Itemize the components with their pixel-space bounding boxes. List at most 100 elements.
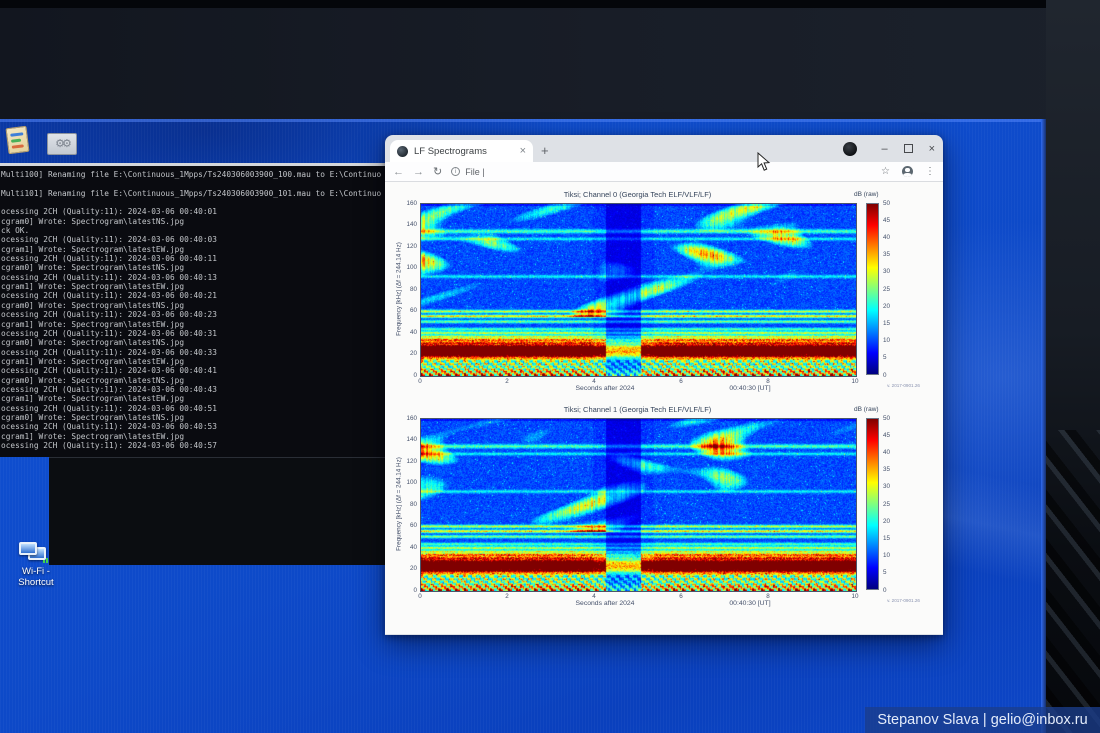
colorbar-tick-label: 35 xyxy=(883,466,890,473)
version-note: v. 2017-0901.26 xyxy=(840,383,920,388)
x-tick-label: 4 xyxy=(584,593,604,600)
browser-toolbar: ← → ↻ i File | ☆ ⋮ xyxy=(385,162,943,182)
user-avatar-icon[interactable] xyxy=(902,166,913,177)
tab-favicon-globe-icon xyxy=(397,146,408,157)
network-monitors-icon xyxy=(19,541,53,565)
y-tick-label: 100 xyxy=(395,479,417,486)
colorbar-tick-label: 30 xyxy=(883,268,890,275)
x-tick-label: 2 xyxy=(497,593,517,600)
monitor-bezel-right xyxy=(1046,0,1100,733)
colorbar-tick-label: 5 xyxy=(883,354,887,361)
spectrogram-figure-channel-0: Tiksi; Channel 0 (Georgia Tech ELF/VLF/L… xyxy=(385,182,943,634)
x-tick-label: 8 xyxy=(758,593,778,600)
y-tick-label: 60 xyxy=(395,522,417,529)
figure-title: Tiksi; Channel 0 (Georgia Tech ELF/VLF/L… xyxy=(420,190,855,199)
colorbar-tick-label: 0 xyxy=(883,372,887,379)
colorbar-tick-label: 20 xyxy=(883,518,890,525)
monitor-bezel-top xyxy=(0,0,1058,8)
x-tick-label: 6 xyxy=(671,378,691,385)
colorbar-tick-label: 40 xyxy=(883,234,890,241)
photographer-watermark: Stepanov Slava | gelio@inbox.ru xyxy=(865,707,1100,733)
x-axis-label-right: 00:40:30 [UT] xyxy=(695,385,805,392)
y-tick-label: 100 xyxy=(395,264,417,271)
colorbar-tick-label: 45 xyxy=(883,432,890,439)
y-axis-label: Frequency [kHz] (Δf = 244.14 Hz) xyxy=(396,457,403,551)
colorbar-tick-label: 25 xyxy=(883,286,890,293)
wifi-shortcut-label: Wi-Fi - Shortcut xyxy=(4,567,68,588)
photo-scene: ⚙⚙ Wi-Fi - Shortcut Multi100] Renaming f… xyxy=(0,0,1100,733)
y-tick-label: 20 xyxy=(395,350,417,357)
address-text: File | xyxy=(465,167,484,177)
window-close-button[interactable]: × xyxy=(929,143,935,155)
colorbar-tick-label: 45 xyxy=(883,217,890,224)
screen-top-glow xyxy=(0,119,1046,122)
x-tick-label: 4 xyxy=(584,378,604,385)
y-tick-label: 120 xyxy=(395,243,417,250)
colorbar xyxy=(866,203,879,375)
colorbar-tick-label: 10 xyxy=(883,337,890,344)
new-tab-button[interactable]: + xyxy=(541,143,549,158)
browser-profile-icon[interactable] xyxy=(843,142,857,156)
y-tick-label: 160 xyxy=(395,415,417,422)
browser-menu-icon[interactable]: ⋮ xyxy=(925,166,935,177)
browser-window: LF Spectrograms × + – × ← → ↻ i File | ☆ xyxy=(385,135,943,635)
y-tick-label: 140 xyxy=(395,221,417,228)
reload-icon[interactable]: ↻ xyxy=(433,165,442,178)
y-tick-label: 140 xyxy=(395,436,417,443)
spectrogram-image xyxy=(420,203,857,377)
colorbar-tick-label: 5 xyxy=(883,569,887,576)
colorbar xyxy=(866,418,879,590)
services-gears-icon[interactable]: ⚙⚙ xyxy=(47,133,77,155)
colorbar-tick-label: 50 xyxy=(883,415,890,422)
y-tick-label: 60 xyxy=(395,307,417,314)
colorbar-tick-label: 0 xyxy=(883,587,887,594)
monitor-stand xyxy=(1046,430,1100,733)
x-tick-label: 2 xyxy=(497,378,517,385)
colorbar-label: dB (raw) xyxy=(854,191,879,198)
colorbar-tick-label: 20 xyxy=(883,303,890,310)
colorbar-tick-label: 15 xyxy=(883,535,890,542)
y-tick-label: 0 xyxy=(395,587,417,594)
x-tick-label: 0 xyxy=(410,378,430,385)
tab-lf-spectrograms[interactable]: LF Spectrograms × xyxy=(390,140,533,162)
x-tick-label: 8 xyxy=(758,378,778,385)
x-axis-label-left: Seconds after 2024 xyxy=(535,600,675,607)
x-tick-label: 6 xyxy=(671,593,691,600)
processing-console-window[interactable]: Multi100] Renaming file E:\Continuous_1M… xyxy=(0,163,391,457)
y-tick-label: 40 xyxy=(395,329,417,336)
x-axis-label-right: 00:40:30 [UT] xyxy=(695,600,805,607)
version-note: v. 2017-0901.26 xyxy=(840,598,920,603)
colorbar-tick-label: 40 xyxy=(883,449,890,456)
colorbar-tick-label: 10 xyxy=(883,552,890,559)
tab-close-icon[interactable]: × xyxy=(520,145,526,157)
page-content: Tiksi; Channel 0 (Georgia Tech ELF/VLF/L… xyxy=(385,182,943,634)
window-maximize-button[interactable] xyxy=(904,144,913,153)
forward-icon[interactable]: → xyxy=(413,166,424,178)
y-tick-label: 40 xyxy=(395,544,417,551)
figure-title: Tiksi; Channel 1 (Georgia Tech ELF/VLF/L… xyxy=(420,405,855,414)
colorbar-label: dB (raw) xyxy=(854,406,879,413)
y-tick-label: 80 xyxy=(395,286,417,293)
notes-app-icon[interactable] xyxy=(5,126,29,154)
y-tick-label: 160 xyxy=(395,200,417,207)
spectrogram-image xyxy=(420,418,857,592)
window-minimize-button[interactable]: – xyxy=(881,143,887,155)
x-tick-label: 10 xyxy=(845,593,865,600)
page-info-icon[interactable]: i xyxy=(451,167,460,176)
x-tick-label: 10 xyxy=(845,378,865,385)
spectrogram-figure-channel-1: Tiksi; Channel 1 (Georgia Tech ELF/VLF/L… xyxy=(385,182,943,634)
x-tick-label: 0 xyxy=(410,593,430,600)
y-tick-label: 80 xyxy=(395,501,417,508)
mouse-cursor xyxy=(757,152,771,172)
y-tick-label: 0 xyxy=(395,372,417,379)
y-tick-label: 120 xyxy=(395,458,417,465)
colorbar-tick-label: 15 xyxy=(883,320,890,327)
y-tick-label: 20 xyxy=(395,565,417,572)
colorbar-tick-label: 35 xyxy=(883,251,890,258)
console-log-text: Multi100] Renaming file E:\Continuous_1M… xyxy=(1,170,381,450)
back-icon[interactable]: ← xyxy=(393,166,404,178)
colorbar-tick-label: 25 xyxy=(883,501,890,508)
colorbar-tick-label: 30 xyxy=(883,483,890,490)
bookmark-star-icon[interactable]: ☆ xyxy=(881,166,890,177)
address-bar[interactable]: i File | xyxy=(451,167,872,177)
